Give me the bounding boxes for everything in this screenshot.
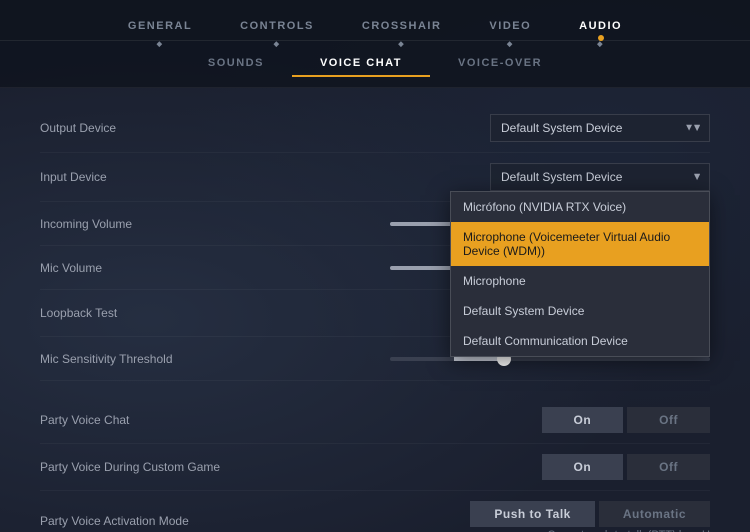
mic-sensitivity-control: [320, 357, 710, 361]
output-device-label: Output Device: [40, 121, 320, 135]
incoming-volume-label: Incoming Volume: [40, 217, 320, 231]
dropdown-option-mic[interactable]: Microphone: [451, 266, 709, 296]
party-voice-activation-row: Party Voice Activation Mode Push to Talk…: [40, 491, 710, 532]
party-voice-activation-label: Party Voice Activation Mode: [40, 514, 320, 528]
input-device-row: Input Device Default System Device ▼ Mic…: [40, 153, 710, 202]
output-device-row: Output Device Default System Device ▼: [40, 104, 710, 153]
dropdown-option-voicemeeter[interactable]: Microphone (Voicemeeter Virtual Audio De…: [451, 222, 709, 266]
party-voice-chat-control: On Off: [320, 407, 710, 433]
mic-volume-label: Mic Volume: [40, 261, 320, 275]
main-content: Output Device Default System Device ▼ In…: [0, 88, 750, 532]
output-device-dropdown-wrapper[interactable]: Default System Device ▼: [490, 114, 710, 142]
party-voice-activation-auto-button[interactable]: Automatic: [599, 501, 710, 527]
subnav-voicechat[interactable]: VOICE CHAT: [292, 51, 430, 77]
party-voice-chat-row: Party Voice Chat On Off: [40, 397, 710, 444]
nav-controls[interactable]: CONTROLS: [216, 12, 338, 40]
subnav-sounds[interactable]: SOUNDS: [180, 51, 292, 77]
party-voice-custom-label: Party Voice During Custom Game: [40, 460, 320, 474]
top-nav: GENERAL CONTROLS CROSSHAIR VIDEO AUDIO: [0, 0, 750, 41]
app-container: GENERAL CONTROLS CROSSHAIR VIDEO AUDIO S…: [0, 0, 750, 532]
dropdown-option-default[interactable]: Default System Device: [451, 296, 709, 326]
party-voice-custom-off-button[interactable]: Off: [627, 454, 710, 480]
subnav-voiceover[interactable]: VOICE-OVER: [430, 51, 570, 77]
party-voice-activation-col: Push to Talk Automatic Current push-to-t…: [470, 501, 710, 532]
party-voice-custom-row: Party Voice During Custom Game On Off: [40, 444, 710, 491]
nav-crosshair[interactable]: CROSSHAIR: [338, 12, 466, 40]
dropdown-option-communication[interactable]: Default Communication Device: [451, 326, 709, 356]
input-device-control: Default System Device ▼ Micrófono (NVIDI…: [320, 163, 710, 191]
party-voice-activation-toggle-group: Push to Talk Automatic: [470, 501, 710, 527]
mic-sensitivity-label: Mic Sensitivity Threshold: [40, 352, 320, 366]
input-device-dropdown-popup: Micrófono (NVIDIA RTX Voice) Microphone …: [450, 191, 710, 357]
nav-audio[interactable]: AUDIO: [555, 12, 646, 40]
sub-nav: SOUNDS VOICE CHAT VOICE-OVER: [0, 41, 750, 88]
output-device-value[interactable]: Default System Device: [490, 114, 710, 142]
output-device-control: Default System Device ▼: [320, 114, 710, 142]
party-voice-activation-ptt-button[interactable]: Push to Talk: [470, 501, 594, 527]
mic-sensitivity-slider-container: [390, 357, 710, 361]
party-voice-chat-off-button[interactable]: Off: [627, 407, 710, 433]
input-device-dropdown-wrapper[interactable]: Default System Device ▼ Micrófono (NVIDI…: [490, 163, 710, 191]
party-voice-chat-on-button[interactable]: On: [542, 407, 624, 433]
section-divider-1: [40, 381, 710, 397]
input-device-label: Input Device: [40, 170, 320, 184]
nav-general[interactable]: GENERAL: [104, 12, 216, 40]
party-voice-chat-toggle-group: On Off: [542, 407, 711, 433]
mic-sensitivity-slider[interactable]: [390, 357, 710, 361]
nav-video[interactable]: VIDEO: [465, 12, 555, 40]
loopback-test-label: Loopback Test: [40, 306, 320, 320]
party-voice-custom-on-button[interactable]: On: [542, 454, 624, 480]
party-voice-custom-control: On Off: [320, 454, 710, 480]
party-voice-chat-label: Party Voice Chat: [40, 413, 320, 427]
input-device-chevron-icon: ▼: [692, 172, 702, 183]
input-device-value[interactable]: Default System Device: [490, 163, 710, 191]
party-voice-activation-control: Push to Talk Automatic Current push-to-t…: [320, 501, 710, 532]
output-device-chevron-icon: ▼: [692, 123, 702, 134]
dropdown-option-rtx[interactable]: Micrófono (NVIDIA RTX Voice): [451, 192, 709, 222]
party-voice-custom-toggle-group: On Off: [542, 454, 711, 480]
